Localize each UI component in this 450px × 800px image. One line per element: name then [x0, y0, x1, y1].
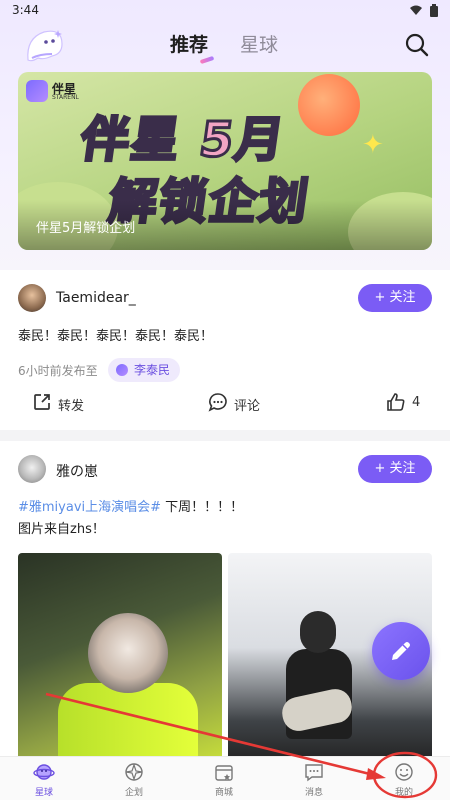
- sun-sticker-icon: [298, 74, 360, 136]
- post-username[interactable]: Taemidear_: [56, 290, 136, 306]
- comment-icon: [208, 393, 227, 412]
- follow-button[interactable]: + 关注: [358, 455, 432, 483]
- message-icon: [305, 764, 323, 782]
- bottom-nav: 星球 企划 商城 消息 我的: [0, 756, 450, 800]
- planet-icon: [33, 764, 55, 780]
- wifi-icon: [410, 5, 422, 15]
- post-actions: 转发 评论 4: [0, 390, 450, 420]
- photo-content: [88, 613, 168, 693]
- post-text-tail: 下周！！！！: [161, 500, 244, 515]
- project-icon: [125, 763, 143, 781]
- post-meta: 6小时前发布至: [18, 364, 98, 378]
- nav-label: 星球: [34, 788, 53, 798]
- banner-caption: 伴星5月解锁企划: [36, 221, 136, 236]
- banner-headline-1: 伴星 5月: [76, 111, 291, 170]
- share-icon: [34, 394, 50, 410]
- post-photo[interactable]: [18, 553, 222, 763]
- share-label: 转发: [58, 399, 85, 414]
- post-text: 泰民！泰民！泰民！泰民！泰民！: [18, 329, 214, 344]
- smiley-icon: [395, 763, 413, 781]
- ghost-logo-icon: [27, 30, 63, 62]
- nav-item-me[interactable]: 我的: [374, 761, 434, 800]
- status-bar: 3:44: [0, 0, 450, 22]
- nav-item-shop[interactable]: 商城: [194, 761, 254, 800]
- post-text: #雅miyavi上海演唱会# 下周！！！！: [18, 497, 243, 518]
- nav-label: 企划: [124, 788, 143, 798]
- pencil-icon: [392, 642, 410, 660]
- like-count: 4: [412, 395, 421, 410]
- avatar[interactable]: [18, 284, 46, 312]
- planet-chip[interactable]: 李泰民: [108, 358, 181, 382]
- post-card: Taemidear_ + 关注 泰民！泰民！泰民！泰民！泰民！ 6小时前发布至 …: [0, 270, 450, 430]
- avatar[interactable]: [18, 455, 46, 483]
- thumbs-up-icon: [387, 393, 405, 411]
- hashtag-link[interactable]: #雅miyavi上海演唱会#: [18, 500, 161, 515]
- nav-item-project[interactable]: 企划: [104, 761, 164, 800]
- tab-planet[interactable]: 星球: [240, 30, 278, 57]
- nav-item-messages[interactable]: 消息: [284, 761, 344, 800]
- search-icon[interactable]: [404, 32, 430, 58]
- planet-name: 李泰民: [134, 363, 171, 377]
- post-username[interactable]: 雅の崽: [56, 461, 98, 481]
- tab-recommend[interactable]: 推荐: [170, 30, 208, 57]
- post-card: 雅の崽 + 关注 #雅miyavi上海演唱会# 下周！！！！ 图片来自zhs！: [0, 441, 450, 763]
- nav-label: 商城: [214, 788, 233, 798]
- brand-logo-icon: [26, 80, 48, 102]
- nav-label: 我的: [394, 788, 413, 798]
- status-time: 3:44: [12, 3, 39, 17]
- sparkle-icon: ✦: [362, 130, 384, 160]
- post-text-line2: 图片来自zhs！: [18, 522, 105, 537]
- nav-label: 消息: [304, 788, 323, 798]
- app-bar: 推荐 星球: [0, 22, 450, 66]
- follow-button[interactable]: + 关注: [358, 284, 432, 312]
- photo-content: [58, 683, 198, 763]
- compose-button[interactable]: [372, 622, 430, 680]
- comment-label: 评论: [234, 399, 261, 414]
- planet-icon: [116, 364, 128, 376]
- promo-banner[interactable]: 伴星 STARENL ✦ 伴星 5月 解锁企划 伴星5月解锁企划: [18, 72, 432, 250]
- photo-content: [300, 611, 336, 653]
- nav-item-planet[interactable]: 星球: [14, 761, 74, 800]
- brand-subtitle: STARENL: [52, 94, 79, 101]
- battery-icon: [430, 4, 438, 17]
- shop-icon: [215, 765, 233, 781]
